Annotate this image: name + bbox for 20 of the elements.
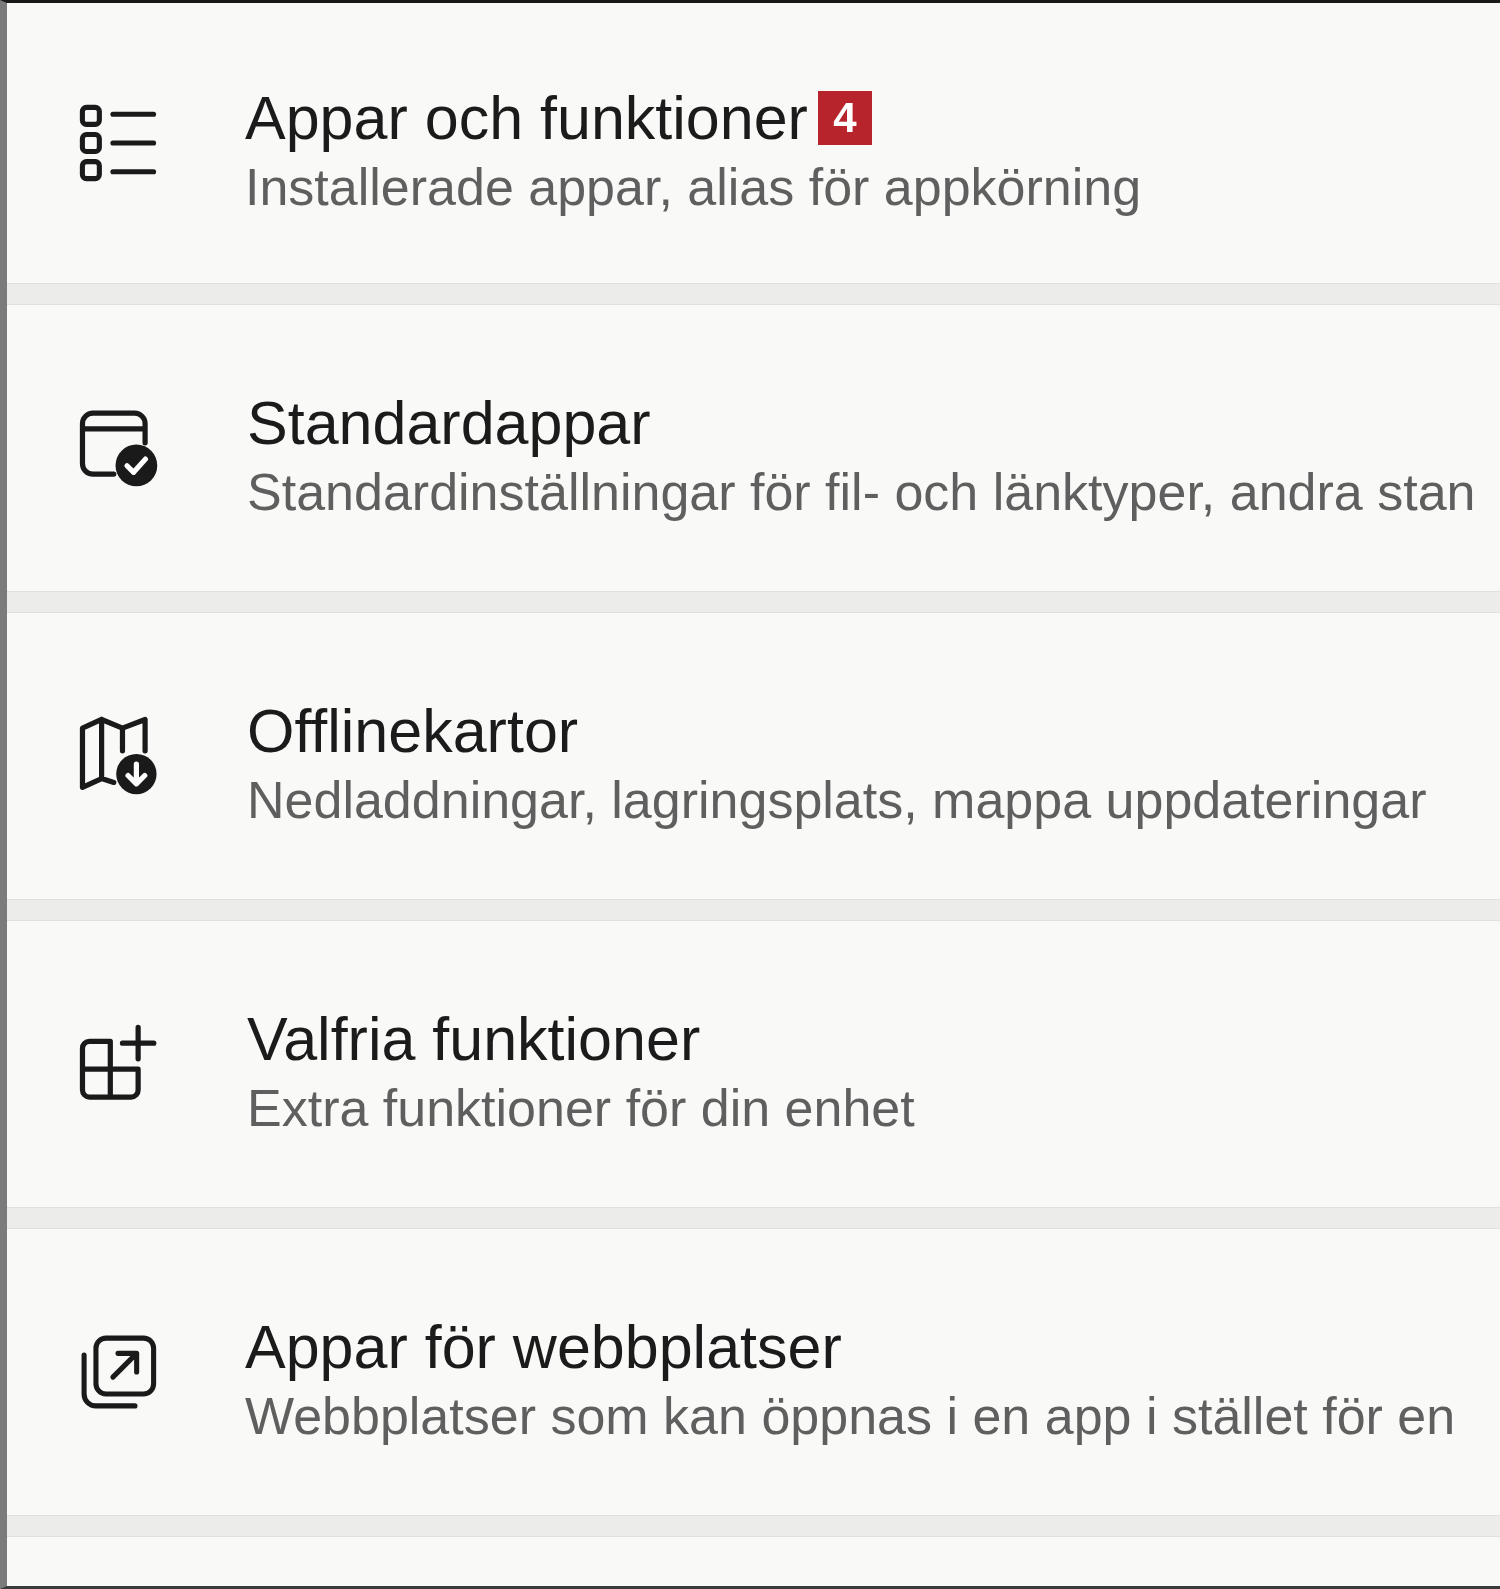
count-badge: 4 bbox=[817, 91, 872, 145]
list-icon bbox=[79, 104, 157, 182]
item-description: Installerade appar, alias för appkörning bbox=[245, 157, 1142, 218]
item-description: Nedladdningar, lagringsplats, mappa uppdateringar bbox=[247, 770, 1427, 831]
settings-card[interactable]: Valfria funktioner Extra funktioner för din enhet bbox=[7, 920, 1500, 1208]
item-title: Standardappar bbox=[247, 388, 651, 459]
item-description: Extra funktioner för din enhet bbox=[247, 1078, 915, 1139]
settings-card[interactable]: Offlinekartor Nedladdningar, lagringsplats, mappa uppdateringar bbox=[7, 612, 1500, 900]
settings-card[interactable]: Appar och funktioner 4 Installerade appar, alias för appkörning bbox=[7, 3, 1500, 284]
window-check-icon bbox=[79, 408, 159, 488]
item-description: Standardinställningar för fil- och länktyper, andra stan bbox=[247, 462, 1476, 523]
settings-card[interactable]: Appar för webbplatser Webbplatser som kan öppnas i en app i stället för en bbox=[7, 1228, 1500, 1516]
item-description: Webbplatser som kan öppnas i en app i stället för en bbox=[245, 1386, 1456, 1447]
item-title: Offlinekartor bbox=[247, 696, 579, 767]
settings-card[interactable]: Standardappar Standardinställningar för fil- och länktyper, andra stan bbox=[7, 304, 1500, 592]
map-download-icon bbox=[79, 716, 159, 796]
item-title: Appar för webbplatser bbox=[245, 1312, 842, 1383]
item-title: Valfria funktioner bbox=[247, 1004, 701, 1075]
open-in-window-icon bbox=[79, 1333, 157, 1411]
item-title: Appar och funktioner bbox=[245, 83, 808, 154]
